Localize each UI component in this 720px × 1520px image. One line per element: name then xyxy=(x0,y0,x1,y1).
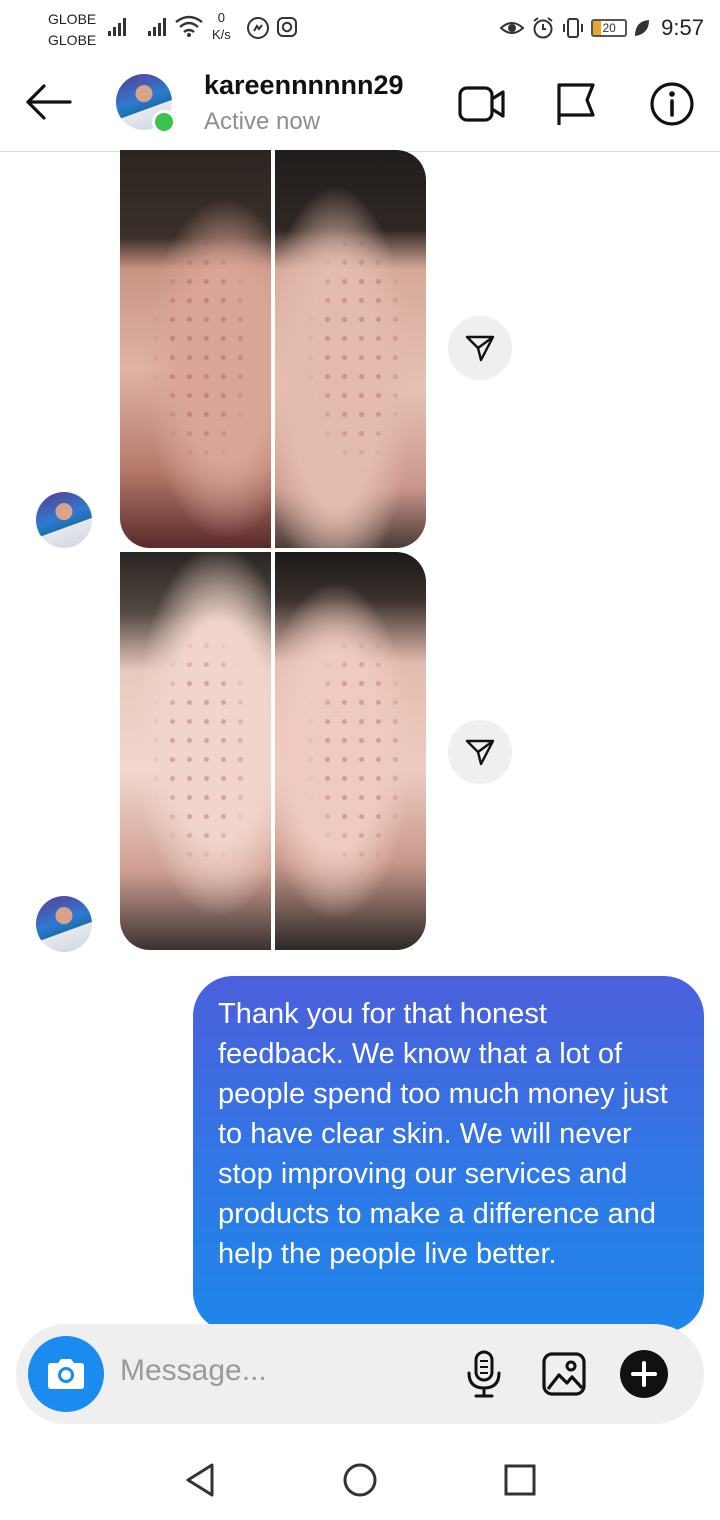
report-button[interactable] xyxy=(550,78,602,130)
vibrate-icon xyxy=(563,18,584,38)
system-nav-bar xyxy=(0,1440,720,1520)
signal-icon xyxy=(108,16,130,36)
network-speed: 0 K/s xyxy=(212,9,231,43)
more-options-button[interactable] xyxy=(616,1346,672,1402)
status-right: 20 9:57 xyxy=(499,10,704,46)
carrier-labels: GLOBE GLOBE xyxy=(48,9,96,51)
image-icon xyxy=(542,1352,586,1396)
message-input[interactable]: Message... xyxy=(120,1354,267,1388)
speed-unit: K/s xyxy=(212,27,231,42)
battery-icon: 20 xyxy=(591,19,628,37)
sent-message-bubble[interactable]: Thank you for that honest feedback. We k… xyxy=(193,976,704,1332)
signal-icon-2 xyxy=(148,16,170,36)
leaf-icon xyxy=(635,20,650,36)
nav-recents-button[interactable] xyxy=(498,1458,542,1502)
message-text: Thank you for that honest feedback. We k… xyxy=(218,998,668,1270)
back-button[interactable] xyxy=(22,78,74,126)
carrier-1: GLOBE xyxy=(48,11,97,27)
message-composer: Message... xyxy=(16,1324,704,1424)
paper-plane-icon xyxy=(465,739,495,766)
paper-plane-icon xyxy=(465,335,495,362)
status-bar: GLOBE GLOBE 0 K/s 20 9:57 xyxy=(0,0,720,56)
voice-message-button[interactable] xyxy=(456,1346,512,1402)
circle-home-icon xyxy=(343,1463,377,1497)
photo-right-half xyxy=(275,150,426,548)
instagram-icon xyxy=(277,17,297,37)
chat-header: kareennnnnn29 Active now xyxy=(0,56,720,152)
flag-icon xyxy=(557,83,595,125)
photo-message[interactable] xyxy=(120,552,426,950)
sender-avatar[interactable] xyxy=(36,492,92,548)
microphone-icon xyxy=(467,1350,501,1398)
photo-left-half xyxy=(120,150,271,548)
camera-button[interactable] xyxy=(28,1336,104,1412)
square-recents-icon xyxy=(504,1464,536,1496)
battery-level: 20 xyxy=(602,21,616,35)
carrier-2: GLOBE xyxy=(48,32,97,48)
username[interactable]: kareennnnnn29 xyxy=(204,70,404,101)
sender-avatar[interactable] xyxy=(36,896,92,952)
active-status: Active now xyxy=(204,108,321,135)
photo-left-half xyxy=(120,552,271,950)
arrow-left-icon xyxy=(26,84,72,120)
wifi-icon xyxy=(175,15,203,37)
camera-icon xyxy=(48,1359,84,1389)
gallery-button[interactable] xyxy=(536,1346,592,1402)
speed-value: 0 xyxy=(217,10,226,25)
share-button[interactable] xyxy=(448,316,512,380)
clock: 9:57 xyxy=(661,15,704,40)
plus-icon xyxy=(620,1350,668,1398)
alarm-icon xyxy=(533,17,553,39)
nav-home-button[interactable] xyxy=(338,1458,382,1502)
nav-back-button[interactable] xyxy=(178,1458,222,1502)
share-button[interactable] xyxy=(448,720,512,784)
photo-message[interactable] xyxy=(120,150,426,548)
info-button[interactable] xyxy=(646,78,698,130)
video-camera-icon xyxy=(458,86,505,122)
video-call-button[interactable] xyxy=(456,78,508,130)
photo-right-half xyxy=(275,552,426,950)
info-icon xyxy=(650,82,694,126)
triangle-back-icon xyxy=(186,1463,214,1497)
online-indicator xyxy=(152,110,176,134)
messenger-icon xyxy=(247,17,269,39)
eye-icon xyxy=(499,22,525,34)
